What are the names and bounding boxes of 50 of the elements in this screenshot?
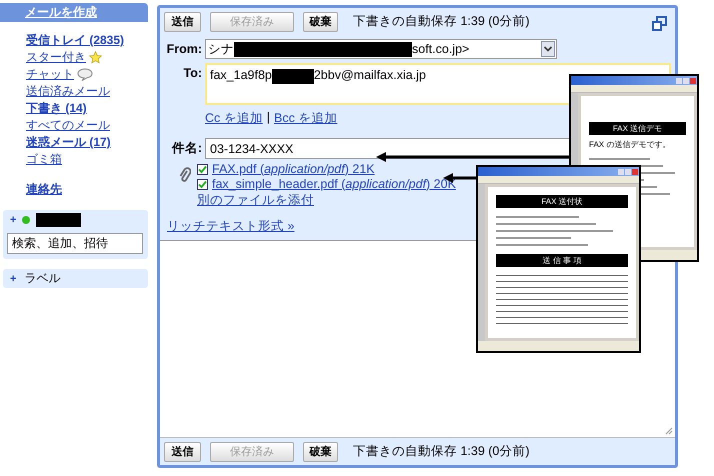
- add-cc-link[interactable]: Cc を追加: [205, 110, 263, 127]
- expand-toggle[interactable]: +: [10, 214, 16, 226]
- dropdown-caret-icon: [541, 41, 555, 57]
- nav-link[interactable]: 迷惑メール (17): [26, 134, 111, 151]
- nav-link[interactable]: スター付き: [26, 49, 86, 66]
- nav-link[interactable]: ゴミ箱: [26, 151, 62, 168]
- autosave-status: 下書きの自動保存 1:39 (0分前): [353, 13, 530, 30]
- add-bcc-link[interactable]: Bcc を追加: [274, 110, 338, 127]
- contacts-link[interactable]: 連絡先: [26, 181, 62, 198]
- from-value: soft.co.jp>: [412, 42, 470, 56]
- attachment-link[interactable]: FAX.pdf (application/pdf) 21K: [212, 162, 375, 176]
- nav-link[interactable]: 下書き (14): [26, 100, 87, 117]
- nav-link[interactable]: チャット: [26, 66, 74, 83]
- expand-toggle[interactable]: +: [10, 272, 16, 284]
- popout-icon[interactable]: [652, 16, 667, 31]
- nav-link[interactable]: すべてのメール: [26, 117, 110, 134]
- document-heading: 送 信 事 項: [496, 254, 628, 267]
- window-controls-icon[interactable]: [618, 168, 638, 174]
- from-select[interactable]: シナ soft.co.jp>: [205, 39, 557, 59]
- nav-link[interactable]: 送信済みメール: [26, 83, 110, 100]
- star-icon: [89, 51, 102, 64]
- separator-text: |: [266, 110, 270, 126]
- to-value: 2bbv@mailfax.xia.jp: [314, 68, 426, 82]
- to-value: fax_1a9f8p: [210, 68, 272, 82]
- paperclip-icon: [179, 167, 191, 183]
- action-button[interactable]: 送信: [164, 442, 201, 462]
- nav-link[interactable]: 受信トレイ (2835): [26, 32, 124, 49]
- speech-bubble-icon: [77, 68, 93, 81]
- rich-text-link[interactable]: リッチテキスト形式 »: [167, 218, 294, 235]
- status-dot: [22, 216, 30, 224]
- window-controls-icon[interactable]: [676, 78, 696, 84]
- action-button[interactable]: 破棄: [303, 442, 338, 462]
- document-heading: FAX 送付状: [496, 195, 628, 208]
- labels-heading[interactable]: ラベル: [24, 270, 60, 287]
- resize-grip-icon: [665, 427, 673, 435]
- document-text: FAX の送信デモです。: [589, 139, 672, 150]
- autosave-status: 下書きの自動保存 1:39 (0分前): [353, 443, 530, 460]
- redaction-bar: [36, 212, 82, 226]
- attach-file-link[interactable]: 別のファイルを添付: [197, 192, 314, 209]
- checkbox[interactable]: [197, 164, 208, 174]
- chat-search-field[interactable]: 検索、追加、招待: [7, 233, 143, 254]
- action-button[interactable]: 破棄: [303, 12, 338, 32]
- document-heading: FAX 送信デモ: [589, 122, 686, 135]
- to-label: To:: [182, 65, 202, 80]
- from-value: シナ: [208, 40, 234, 58]
- checkbox[interactable]: [197, 178, 208, 190]
- subject-label: 件名:: [170, 140, 202, 157]
- redaction-bar: [272, 69, 314, 84]
- from-label: From:: [166, 42, 202, 56]
- action-button[interactable]: 送信: [164, 12, 201, 32]
